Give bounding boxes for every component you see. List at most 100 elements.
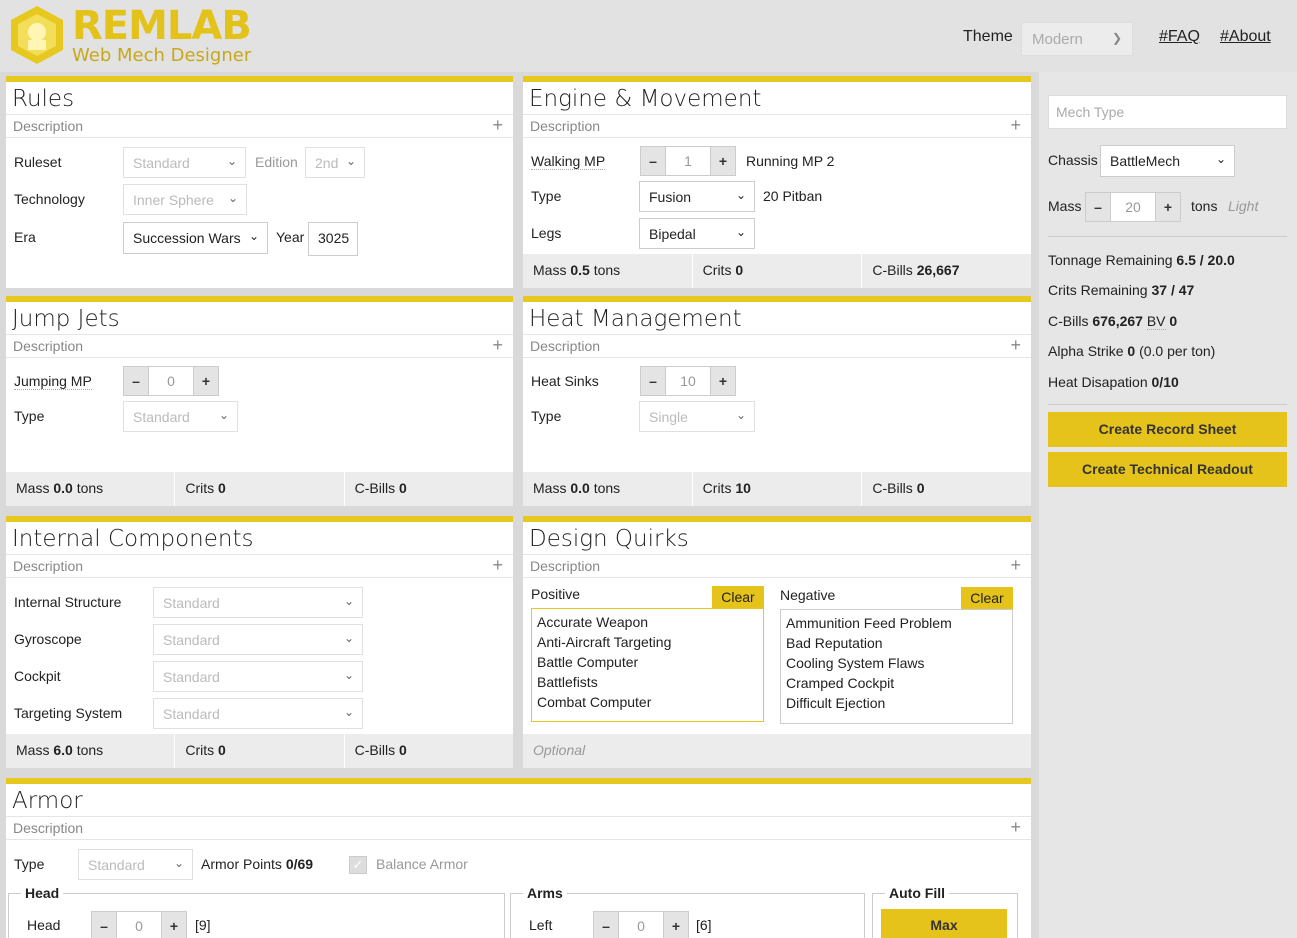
decrement-button[interactable]: – [640, 366, 666, 396]
create-technical-readout-button[interactable]: Create Technical Readout [1048, 452, 1287, 487]
heat-type-value: Single [649, 409, 688, 425]
head-armor-stepper[interactable]: – 0 + [91, 911, 187, 938]
armor-title: Armor [12, 788, 83, 814]
increment-button[interactable]: + [710, 146, 736, 176]
create-record-sheet-button[interactable]: Create Record Sheet [1048, 412, 1287, 447]
theme-value: Modern [1032, 31, 1083, 48]
quirks-description[interactable]: Description + [523, 554, 1031, 578]
heat-type-label: Type [531, 408, 562, 424]
rules-description[interactable]: Description + [6, 114, 513, 138]
list-item[interactable]: Difficult Ejection [786, 693, 1007, 713]
max-button[interactable]: Max [881, 909, 1007, 938]
armor-type-select[interactable]: Standard ⌄ [78, 849, 193, 880]
heat-description[interactable]: Description + [523, 334, 1031, 358]
edition-label: Edition [255, 154, 298, 170]
list-item[interactable]: Anti-Aircraft Targeting [537, 632, 758, 652]
arms-fieldset: Arms Left – 0 + [6] [510, 885, 865, 938]
edition-select[interactable]: 2nd ⌄ [305, 147, 365, 178]
cockpit-select[interactable]: Standard ⌄ [153, 661, 363, 692]
list-item[interactable]: Ammunition Feed Problem [786, 613, 1007, 633]
list-item[interactable]: Cramped Cockpit [786, 673, 1007, 693]
plus-icon[interactable]: + [1010, 555, 1021, 576]
walking-mp-value[interactable]: 1 [666, 146, 710, 176]
era-select[interactable]: Succession Wars ⌄ [123, 222, 268, 254]
armor-description[interactable]: Description + [6, 816, 1031, 840]
technology-select[interactable]: Inner Sphere ⌄ [123, 184, 247, 215]
ruleset-select[interactable]: Standard ⌄ [123, 147, 246, 178]
year-input[interactable]: 3025 [308, 222, 358, 256]
mass-stepper[interactable]: – 20 + [1085, 192, 1181, 222]
walking-mp-stepper[interactable]: – 1 + [640, 146, 736, 176]
decrement-button[interactable]: – [1085, 192, 1111, 222]
increment-button[interactable]: + [1155, 192, 1181, 222]
list-item[interactable]: Battle Computer [537, 652, 758, 672]
mech-type-input[interactable]: Mech Type [1048, 95, 1287, 129]
increment-button[interactable]: + [663, 911, 689, 938]
legs-select[interactable]: Bipedal ⌄ [639, 218, 755, 249]
rules-title: Rules [12, 86, 75, 112]
increment-button[interactable]: + [161, 911, 187, 938]
rules-panel: Rules Description + Ruleset Standard ⌄ Edi… [6, 76, 513, 288]
list-item[interactable]: Combat Computer [537, 692, 758, 712]
left-arm-value[interactable]: 0 [619, 911, 663, 938]
heat-title: Heat Management [529, 306, 742, 332]
mass-value[interactable]: 20 [1111, 192, 1155, 222]
plus-icon[interactable]: + [1010, 817, 1021, 838]
decrement-button[interactable]: – [593, 911, 619, 938]
jump-panel: Jump Jets Description + Jumping MP – 0 + … [6, 296, 513, 506]
negative-quirks-list[interactable]: Ammunition Feed Problem Bad Reputation C… [780, 609, 1013, 724]
cbills-cell: C-Bills 0 [354, 742, 407, 758]
technology-label: Technology [14, 191, 85, 207]
plus-icon[interactable]: + [492, 115, 503, 136]
structure-select[interactable]: Standard ⌄ [153, 587, 363, 618]
cbills-cell: C-Bills 0 [872, 480, 925, 496]
jump-description[interactable]: Description + [6, 334, 513, 358]
decrement-button[interactable]: – [123, 366, 149, 396]
engine-type-select[interactable]: Fusion ⌄ [639, 181, 755, 212]
internal-description[interactable]: Description + [6, 554, 513, 578]
list-item[interactable]: Bad Reputation [786, 633, 1007, 653]
description-label: Description [530, 118, 601, 134]
clear-positive-button[interactable]: Clear [712, 586, 764, 608]
positive-quirks-list[interactable]: Accurate Weapon Anti-Aircraft Targeting … [531, 608, 764, 722]
jumping-mp-value[interactable]: 0 [149, 366, 193, 396]
increment-button[interactable]: + [710, 366, 736, 396]
jump-type-select[interactable]: Standard ⌄ [123, 401, 238, 432]
jumping-mp-label: Jumping MP [14, 373, 92, 390]
left-arm-stepper[interactable]: – 0 + [593, 911, 689, 938]
structure-label: Internal Structure [14, 594, 122, 610]
crits-cell: Crits 0 [693, 254, 863, 288]
targeting-select[interactable]: Standard ⌄ [153, 698, 363, 729]
decrement-button[interactable]: – [640, 146, 666, 176]
left-arm-max: [6] [696, 917, 712, 933]
plus-icon[interactable]: + [492, 335, 503, 356]
engine-type-value: Fusion [649, 189, 692, 205]
divider [1048, 236, 1287, 237]
balance-armor-checkbox[interactable]: ✓ [349, 856, 367, 874]
chassis-select[interactable]: BattleMech ⌄ [1100, 145, 1235, 177]
decrement-button[interactable]: – [91, 911, 117, 938]
increment-button[interactable]: + [193, 366, 219, 396]
gyro-select[interactable]: Standard ⌄ [153, 624, 363, 655]
head-armor-value[interactable]: 0 [117, 911, 161, 938]
armor-type-label: Type [14, 856, 45, 872]
list-item[interactable]: Cooling System Flaws [786, 653, 1007, 673]
armor-type-value: Standard [88, 857, 145, 873]
engine-description[interactable]: Description + [523, 114, 1031, 138]
list-item[interactable]: Battlefists [537, 672, 758, 692]
heat-sinks-stepper[interactable]: – 10 + [640, 366, 736, 396]
year-label: Year [276, 229, 305, 245]
plus-icon[interactable]: + [492, 555, 503, 576]
about-link[interactable]: #About [1220, 28, 1271, 46]
list-item[interactable]: Accurate Weapon [537, 612, 758, 632]
clear-negative-button[interactable]: Clear [961, 587, 1013, 609]
heat-type-select[interactable]: Single ⌄ [639, 401, 755, 432]
heat-sinks-value[interactable]: 10 [666, 366, 710, 396]
jumping-mp-stepper[interactable]: – 0 + [123, 366, 219, 396]
plus-icon[interactable]: + [1010, 335, 1021, 356]
divider [1048, 404, 1287, 405]
plus-icon[interactable]: + [1010, 115, 1021, 136]
faq-link[interactable]: #FAQ [1159, 28, 1200, 46]
theme-select[interactable]: Modern ❯ [1021, 22, 1133, 56]
alpha-strike: Alpha Strike 0 (0.0 per ton) [1048, 343, 1216, 359]
